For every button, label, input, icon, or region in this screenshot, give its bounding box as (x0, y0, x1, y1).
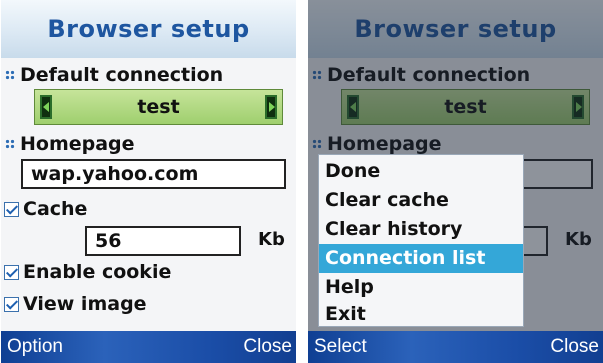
screen-title: Browser setup (1, 0, 296, 58)
browser-setup-menu-screen: Browser setup Default connection test Ho… (308, 0, 603, 363)
bullet-icon (5, 70, 15, 80)
cache-option[interactable]: Cache (4, 197, 87, 221)
cache-size-input[interactable]: 56 (85, 226, 241, 256)
connection-value: test (137, 96, 180, 118)
view-image-checkbox[interactable] (4, 296, 19, 312)
enable-cookie-option[interactable]: Enable cookie (4, 260, 171, 284)
default-connection-label: Default connection (20, 64, 224, 86)
enable-cookie-checkbox[interactable] (4, 264, 19, 280)
softkey-bar: Select Close (308, 331, 603, 363)
select-softkey[interactable]: Select (314, 331, 367, 363)
enable-cookie-label: Enable cookie (23, 261, 172, 283)
default-connection-header: Default connection (5, 63, 223, 87)
menu-item-help[interactable]: Help (319, 273, 523, 302)
homepage-label: Homepage (20, 133, 135, 155)
homepage-input[interactable]: wap.yahoo.com (21, 159, 286, 189)
option-softkey[interactable]: Option (7, 331, 63, 363)
options-menu: Done Clear cache Clear history Connectio… (318, 154, 524, 327)
softkey-bar: Option Close (1, 331, 296, 363)
arrow-right-icon[interactable] (265, 95, 277, 119)
connection-selector[interactable]: test (34, 89, 283, 125)
browser-setup-screen: Browser setup Default connection test Ho… (1, 0, 296, 363)
menu-item-exit[interactable]: Exit (319, 300, 523, 329)
bullet-icon (5, 139, 15, 149)
view-image-option[interactable]: View image (4, 292, 147, 316)
view-image-label: View image (23, 293, 147, 315)
menu-item-clear-history[interactable]: Clear history (319, 215, 523, 244)
close-softkey[interactable]: Close (243, 331, 292, 363)
menu-item-connection-list[interactable]: Connection list (319, 244, 523, 273)
cache-label: Cache (23, 198, 88, 220)
menu-item-done[interactable]: Done (319, 157, 523, 186)
close-softkey[interactable]: Close (550, 331, 599, 363)
cache-unit-label: Kb (258, 229, 285, 250)
menu-item-clear-cache[interactable]: Clear cache (319, 186, 523, 215)
homepage-header: Homepage (5, 132, 135, 156)
cache-checkbox[interactable] (4, 201, 19, 217)
